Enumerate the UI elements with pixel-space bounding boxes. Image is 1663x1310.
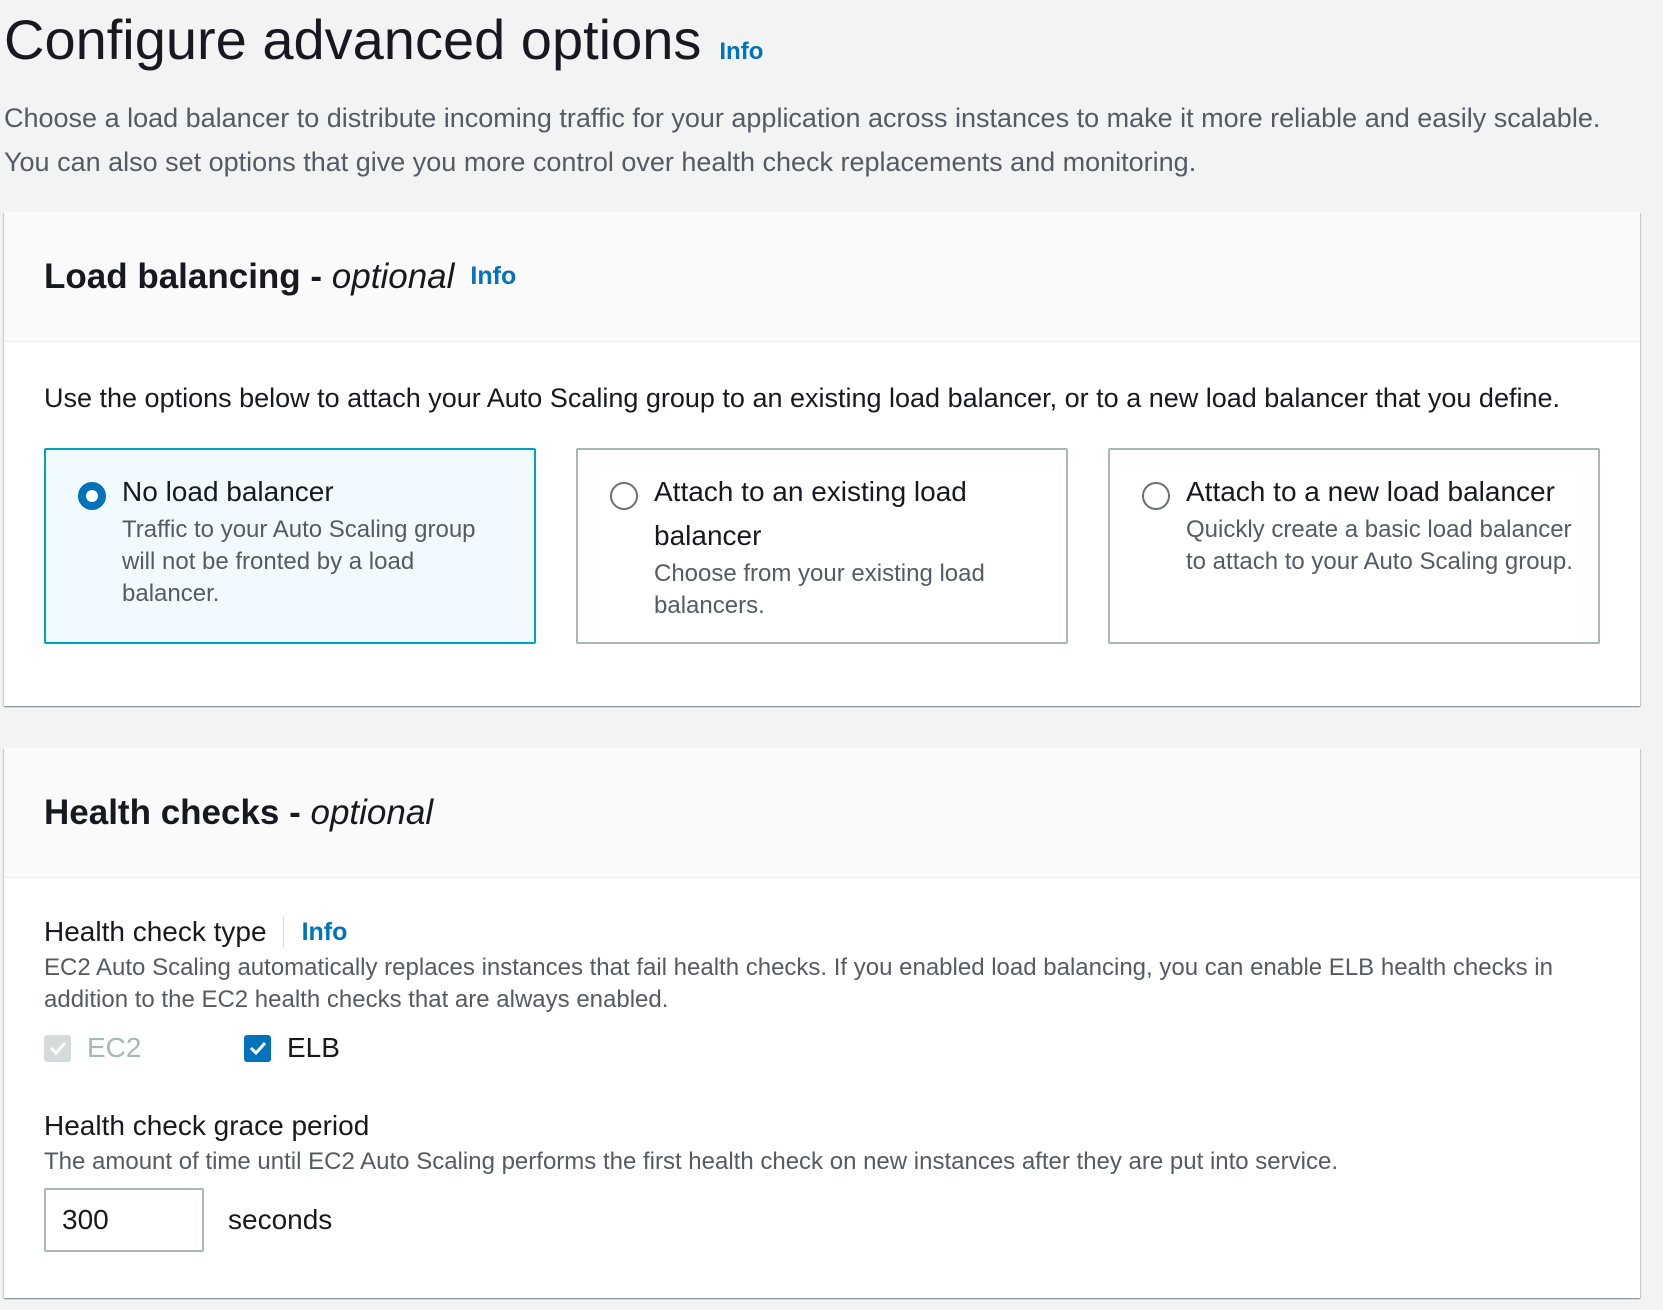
- ec2-checkbox[interactable]: EC2: [44, 1032, 244, 1064]
- tile-title: No load balancer: [122, 476, 334, 507]
- radio-no-load-balancer[interactable]: [78, 482, 106, 510]
- load-balancing-header: Load balancing - optional Info: [4, 212, 1640, 342]
- load-balancing-body: Use the options below to attach your Aut…: [4, 342, 1640, 644]
- grace-period-row: seconds: [44, 1188, 1600, 1252]
- tile-text: No load balancer Traffic to your Auto Sc…: [122, 470, 514, 642]
- tile-title: Attach to an existing load balancer: [654, 476, 967, 551]
- tile-description: Quickly create a basic load balancer to …: [1186, 516, 1573, 575]
- tile-existing-load-balancer[interactable]: Attach to an existing load balancer Choo…: [576, 448, 1068, 644]
- page-description: Choose a load balancer to distribute inc…: [4, 103, 1601, 177]
- page-header: Configure advanced options Info Choose a…: [4, 0, 1644, 184]
- tile-description: Traffic to your Auto Scaling group will …: [122, 516, 476, 607]
- health-check-type-options: EC2 ELB: [44, 1030, 1600, 1066]
- health-checks-panel: Health checks - optional Health check ty…: [4, 748, 1640, 1298]
- grace-period-field: Health check grace period The amount of …: [44, 1106, 1600, 1252]
- health-checks-title-text: Health checks -: [44, 792, 311, 832]
- health-check-type-description: EC2 Auto Scaling automatically replaces …: [44, 954, 1553, 1013]
- health-checks-body: Health check type Info EC2 Auto Scaling …: [4, 878, 1640, 1252]
- elb-checkbox[interactable]: ELB: [244, 1032, 340, 1064]
- load-balancing-info-link[interactable]: Info: [470, 262, 516, 291]
- radio-existing-load-balancer[interactable]: [610, 482, 638, 510]
- tile-new-load-balancer[interactable]: Attach to a new load balancer Quickly cr…: [1108, 448, 1600, 644]
- health-checks-title: Health checks - optional: [44, 793, 433, 833]
- load-balancing-panel: Load balancing - optional Info Use the o…: [4, 212, 1640, 706]
- elb-checkbox-box[interactable]: [244, 1034, 271, 1062]
- elb-checkbox-label: ELB: [287, 1032, 340, 1063]
- load-balancing-title: Load balancing - optional: [44, 257, 454, 297]
- health-checks-optional: optional: [310, 792, 434, 832]
- health-checks-header: Health checks - optional: [4, 748, 1640, 878]
- radio-new-load-balancer[interactable]: [1142, 482, 1170, 510]
- check-icon: [249, 1041, 266, 1056]
- health-check-type-label: Health check type Info: [44, 912, 1600, 952]
- tile-text: Attach to an existing load balancer Choo…: [654, 470, 1046, 642]
- ec2-checkbox-box[interactable]: [44, 1034, 71, 1062]
- load-balancer-options: No load balancer Traffic to your Auto Sc…: [44, 448, 1600, 644]
- load-balancing-title-text: Load balancing -: [44, 256, 332, 296]
- tile-text: Attach to a new load balancer Quickly cr…: [1186, 470, 1578, 642]
- grace-period-input[interactable]: [44, 1188, 204, 1252]
- page-info-link[interactable]: Info: [719, 12, 763, 92]
- grace-period-description: The amount of time until EC2 Auto Scalin…: [44, 1148, 1338, 1175]
- label-divider: [282, 916, 284, 948]
- tile-no-load-balancer[interactable]: No load balancer Traffic to your Auto Sc…: [44, 448, 536, 644]
- ec2-checkbox-label: EC2: [87, 1032, 142, 1063]
- load-balancing-optional: optional: [331, 256, 455, 296]
- tile-description: Choose from your existing load balancers…: [654, 560, 985, 619]
- page-title: Configure advanced options Info: [4, 0, 1644, 92]
- health-check-type-info-link[interactable]: Info: [302, 912, 348, 952]
- load-balancing-description: Use the options below to attach your Aut…: [44, 383, 1560, 413]
- health-check-type-label-text: Health check type: [44, 916, 267, 947]
- tile-title: Attach to a new load balancer: [1186, 476, 1555, 507]
- grace-period-unit: seconds: [228, 1204, 333, 1235]
- check-icon: [49, 1041, 66, 1056]
- grace-period-label: Health check grace period: [44, 1110, 370, 1141]
- page-title-text: Configure advanced options: [4, 8, 702, 71]
